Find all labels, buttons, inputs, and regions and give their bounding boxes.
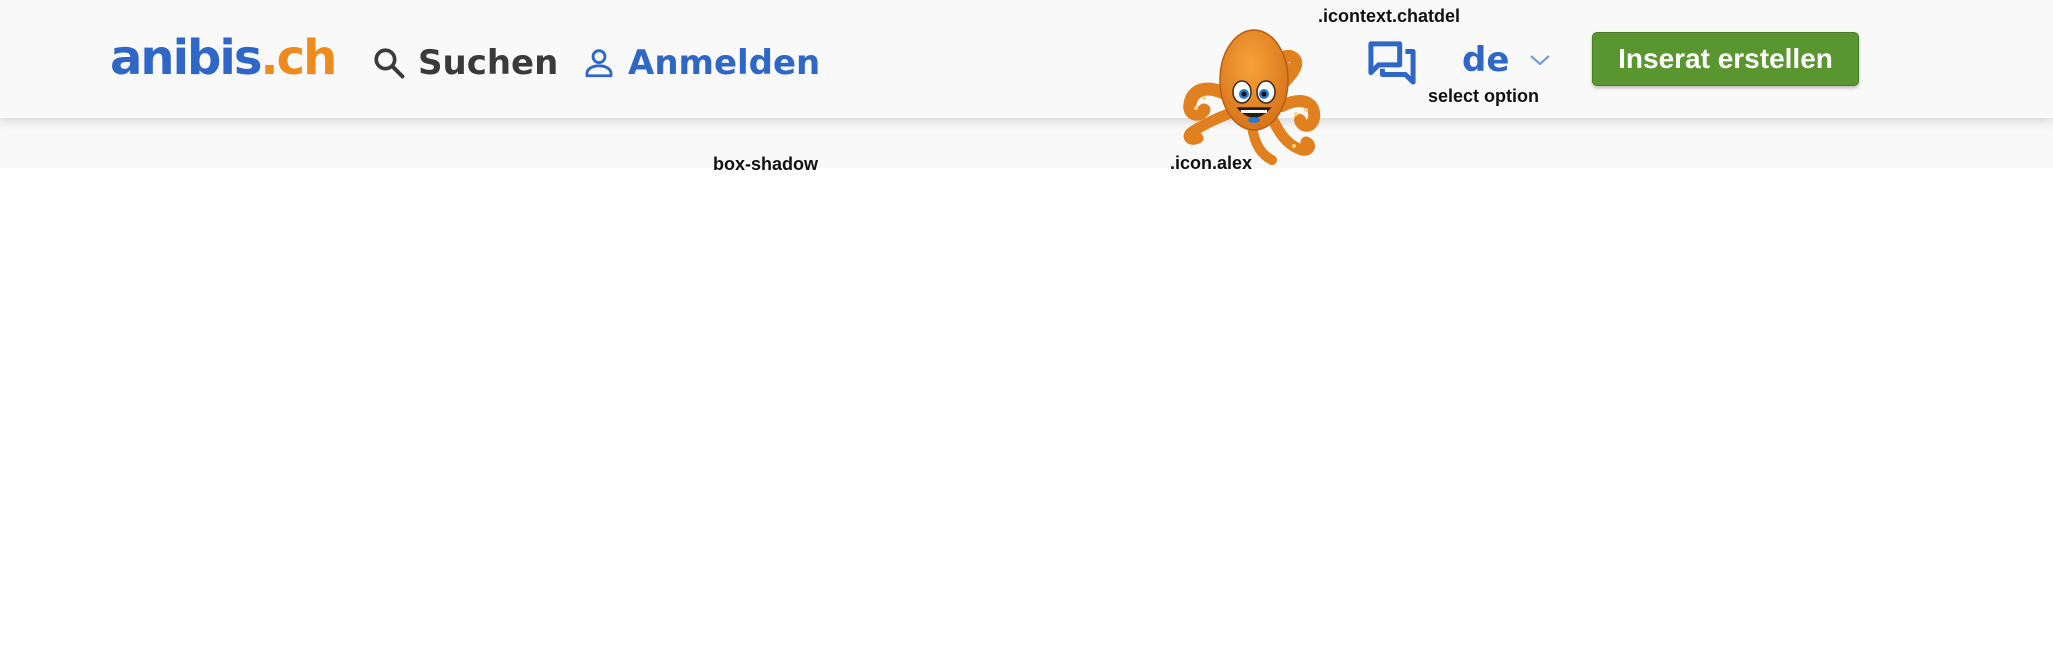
login-link[interactable]: Anmelden	[582, 36, 820, 90]
annotation-box-shadow: box-shadow	[713, 154, 819, 174]
header-shadow-area	[0, 118, 2053, 168]
annotation-icon-alex: .icon.alex	[1170, 153, 1253, 173]
search-label: Suchen	[418, 43, 559, 83]
logo-name: anibis	[110, 30, 262, 86]
chevron-down-icon	[1530, 55, 1551, 66]
octopus-mascot-icon[interactable]	[1178, 22, 1328, 168]
login-label: Anmelden	[628, 43, 821, 83]
annotation-chatdel: .icontext.chatdel	[1318, 6, 1461, 26]
create-listing-button[interactable]: Inserat erstellen	[1592, 32, 1859, 86]
logo-tld: .ch	[260, 30, 337, 86]
chat-bubbles-icon[interactable]	[1367, 40, 1417, 86]
page: anibis.ch Suchen Anmelden de Inserat ers…	[0, 0, 2053, 645]
annotation-select-option: select option	[1428, 86, 1540, 106]
user-icon	[585, 49, 613, 78]
language-selected-value: de	[1462, 40, 1510, 80]
logo[interactable]: anibis.ch	[110, 28, 337, 88]
search-link[interactable]: Suchen	[372, 36, 558, 90]
search-icon	[374, 48, 405, 79]
language-select[interactable]: de	[1458, 33, 1558, 87]
site-header: anibis.ch Suchen Anmelden de Inserat ers…	[0, 0, 2053, 118]
